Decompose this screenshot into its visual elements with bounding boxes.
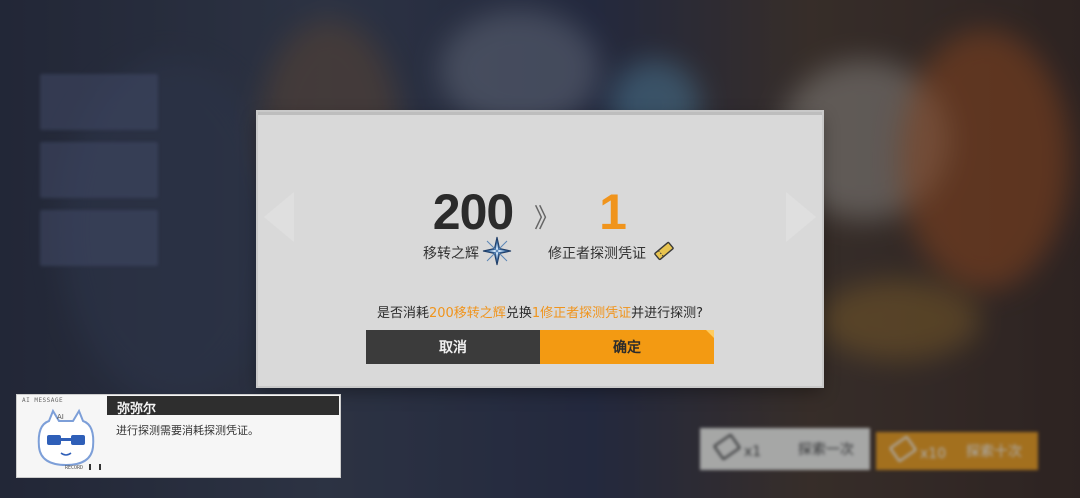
gain-amount: 1 bbox=[599, 184, 627, 240]
cost-amount: 200 bbox=[432, 184, 514, 240]
cost-item-label: 移转之辉 bbox=[423, 246, 479, 262]
record-label: RECORD bbox=[65, 465, 84, 471]
ai-message-toast: AI MESSAGE 弥弥尔 进行探测需要消耗探测凭证。 AI RECORD bbox=[17, 395, 340, 477]
transfer-star-icon bbox=[482, 236, 512, 266]
ai-message-tag: AI MESSAGE bbox=[22, 397, 64, 404]
question-suffix: 并进行探测? bbox=[631, 306, 704, 321]
question-prefix: 是否消耗 bbox=[376, 306, 429, 321]
question-gain: 1修正者探测凭证 bbox=[531, 306, 632, 321]
question-mid: 兑换 bbox=[505, 306, 532, 321]
record-bars-icon bbox=[89, 464, 101, 470]
speaker-name: 弥弥尔 bbox=[117, 402, 157, 417]
probe-voucher-icon bbox=[654, 241, 674, 261]
exchange-question: 是否消耗200移转之辉兑换1修正者探测凭证并进行探测? bbox=[258, 302, 822, 321]
cancel-button[interactable]: 取消 bbox=[366, 330, 540, 364]
confirm-button[interactable]: 确定 bbox=[540, 330, 714, 364]
exchange-dialog: 200 移转之辉 》 1 修正者探测凭证 是否消耗200移转之辉兑换1修正者探测… bbox=[258, 112, 822, 386]
exchange-arrow-icon: 》 bbox=[534, 204, 560, 234]
cat-avatar-icon: AI bbox=[37, 408, 95, 467]
gain-item-label: 修正者探测凭证 bbox=[548, 246, 646, 262]
question-cost: 200移转之辉 bbox=[428, 306, 506, 321]
message-text: 进行探测需要消耗探测凭证。 bbox=[116, 424, 259, 437]
svg-text:AI: AI bbox=[57, 413, 64, 421]
